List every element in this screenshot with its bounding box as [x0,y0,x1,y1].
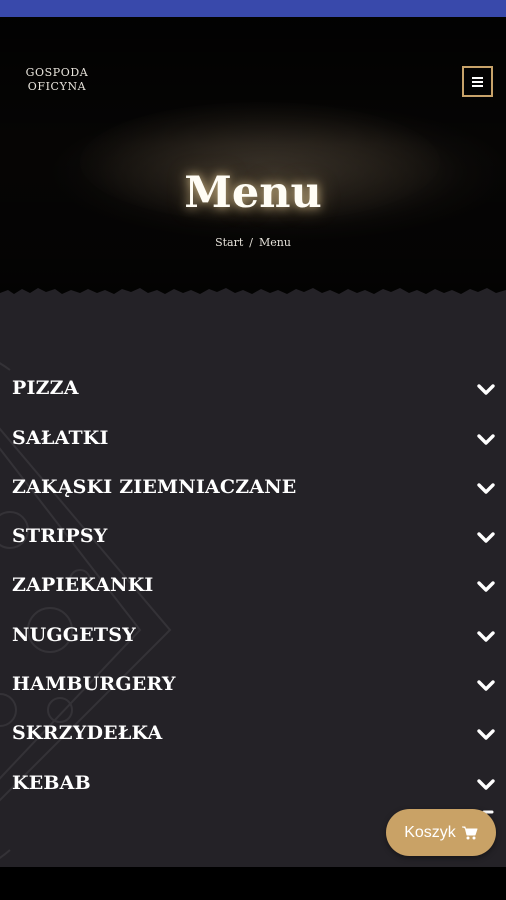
category-label: PIZZA [12,377,79,399]
navigation-bar [0,867,506,900]
torn-edge-divider [0,288,506,301]
category-label: SAŁATKI [12,427,109,449]
brand-logo-line2: OFICYNA [27,80,87,93]
category-label: ZAPIEKANKI [12,574,154,596]
chevron-down-icon [477,680,495,691]
chevron-down-icon [477,779,495,790]
category-item-hamburgery[interactable]: HAMBURGERY [0,664,506,704]
category-item-salatki[interactable]: SAŁATKI [0,418,506,458]
breadcrumb-current: Menu [258,236,291,249]
category-label: SKRZYDEŁKA [12,722,163,744]
category-item-pizza[interactable]: PIZZA [0,368,506,408]
menu-content: PIZZA SAŁATKI ZAKĄSKI ZIEMNIACZANE STRIP… [0,300,506,867]
chevron-down-icon [477,581,495,592]
category-label: STRIPSY [12,525,108,547]
category-item-kebab[interactable]: KEBAB [0,763,506,803]
cart-label: Koszyk [404,823,456,841]
category-item-nuggetsy[interactable]: NUGGETSY [0,615,506,655]
hamburger-icon-bar [472,80,483,83]
hamburger-menu-button[interactable] [462,66,493,97]
category-item-zapiekanki[interactable]: ZAPIEKANKI [0,565,506,605]
brand-logo-line1: GOSPODA [25,66,89,79]
category-label: KEBAB [12,772,91,794]
cart-button[interactable]: Koszyk [386,809,496,856]
chevron-down-icon [477,532,495,543]
brand-logo[interactable]: GOSPODA OFICYNA [22,66,92,94]
hamburger-icon-bar [472,84,483,87]
chevron-down-icon [477,434,495,445]
category-item-zakaski-ziemniaczane[interactable]: ZAKĄSKI ZIEMNIACZANE [0,467,506,507]
category-item-skrzydelka[interactable]: SKRZYDEŁKA [0,713,506,753]
hero-banner: GOSPODA OFICYNA [0,17,506,300]
hamburger-icon [472,76,483,79]
chevron-down-icon [477,631,495,642]
page-title: Menu [184,168,322,218]
chevron-down-icon [477,384,495,395]
category-label: NUGGETSY [12,624,136,646]
breadcrumb-home-link[interactable]: Start [215,236,243,249]
hero-shade [0,17,506,300]
category-item-stripsy[interactable]: STRIPSY [0,516,506,556]
category-label: HAMBURGERY [12,673,176,695]
cart-icon [461,826,478,839]
breadcrumb-separator: / [249,236,253,249]
status-bar [0,0,506,17]
chevron-down-icon [477,483,495,494]
breadcrumb: Start / Menu [0,236,506,249]
chevron-down-icon [477,729,495,740]
category-label: ZAKĄSKI ZIEMNIACZANE [12,476,297,498]
